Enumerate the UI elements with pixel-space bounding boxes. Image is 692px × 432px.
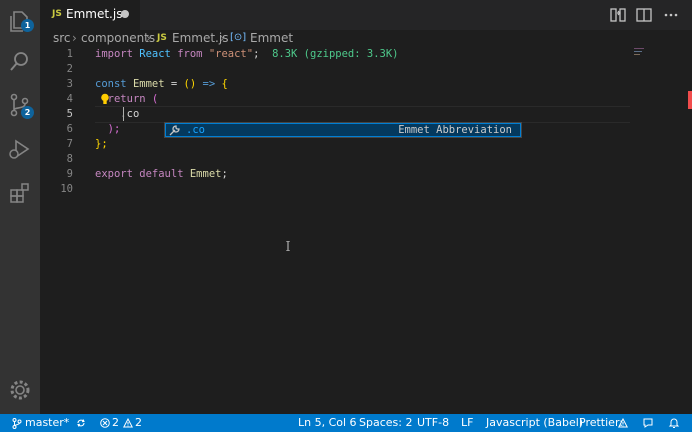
warning-icon [123, 418, 133, 428]
sync-icon[interactable] [75, 418, 87, 428]
error-icon [100, 418, 110, 428]
line-number: 6 [66, 123, 73, 135]
code-line-3: const Emmet = () => { [95, 78, 228, 90]
notifications-bell-icon[interactable] [668, 417, 680, 429]
source-control-badge: 2 [21, 106, 34, 119]
run-debug-icon[interactable] [7, 136, 33, 162]
git-branch[interactable]: master* [25, 416, 69, 429]
tab-bar: JS Emmet.js [40, 0, 692, 30]
minimap[interactable] [632, 47, 692, 414]
suggestion-detail: Emmet Abbreviation [398, 124, 512, 136]
encoding[interactable]: UTF-8 [417, 416, 449, 429]
mouse-ibeam-icon [286, 241, 290, 251]
compare-changes-icon[interactable] [609, 6, 627, 24]
explorer-badge: 1 [21, 19, 34, 32]
code-line-6: ); [107, 123, 121, 135]
line-number: 2 [66, 63, 73, 75]
settings-gear-icon[interactable] [7, 377, 33, 403]
breadcrumb: src › components › JS Emmet.js › [⊙] Emm… [40, 30, 692, 47]
indentation[interactable]: Spaces: 2 [359, 416, 412, 429]
suggestion-item[interactable]: .co Emmet Abbreviation [165, 123, 521, 137]
line-number: 8 [66, 153, 73, 165]
line-number: 4 [66, 93, 73, 105]
text-cursor [123, 107, 124, 121]
language-mode[interactable]: Javascript (Babel) [486, 416, 583, 429]
tab-label: Emmet.js [66, 7, 123, 21]
symbol-variable-icon: [⊙] [230, 32, 247, 43]
suggestion-widget: .co Emmet Abbreviation [164, 122, 522, 138]
extensions-icon[interactable] [7, 180, 33, 206]
branch-icon [12, 418, 22, 429]
unsaved-dot-icon[interactable] [121, 10, 129, 18]
error-count[interactable]: 2 [112, 416, 119, 429]
chevron-right-icon: › [220, 31, 225, 45]
search-icon[interactable] [7, 49, 33, 75]
wrench-icon [169, 125, 180, 136]
split-editor-icon[interactable] [635, 6, 653, 24]
js-file-icon: JS [157, 33, 167, 43]
import-cost-hint: 8.3K (gzipped: 3.3K) [272, 48, 399, 60]
feedback-icon[interactable] [642, 417, 654, 429]
js-file-icon: JS [52, 9, 62, 19]
line-number: 7 [66, 138, 73, 150]
chevron-right-icon: › [72, 31, 77, 45]
breadcrumb-symbol[interactable]: Emmet [250, 31, 293, 45]
activity-bar: 1 2 [0, 0, 40, 414]
line-number: 1 [66, 48, 73, 60]
line-number: 10 [60, 183, 73, 195]
current-line-highlight [95, 106, 630, 123]
end-of-line[interactable]: LF [461, 416, 473, 429]
prettier-status[interactable]: Prettier: [579, 416, 623, 429]
code-line-7: }; [95, 138, 108, 150]
status-bar: master* 2 2 Ln 5, Col 6 Spaces: 2 UTF-8 … [0, 414, 692, 432]
chevron-right-icon: › [146, 31, 151, 45]
tab-emmet-js[interactable]: JS Emmet.js [40, 0, 140, 30]
suggestion-label: .co [186, 124, 205, 136]
warning-count[interactable]: 2 [135, 416, 142, 429]
code-editor[interactable]: 1 2 3 4 5 6 7 8 9 10 import React from "… [40, 47, 692, 414]
line-number: 3 [66, 78, 73, 90]
cursor-position[interactable]: Ln 5, Col 6 [298, 416, 357, 429]
code-line-9: export default Emmet; [95, 168, 228, 180]
code-line-1: import React from "react"; 8.3K (gzipped… [95, 48, 399, 60]
line-number: 5 [66, 108, 73, 120]
warning-icon [618, 418, 628, 428]
scrollbar-error-marker [688, 91, 692, 109]
breadcrumb-src[interactable]: src [53, 31, 71, 45]
code-line-5: .co [120, 108, 140, 120]
breadcrumb-components[interactable]: components [81, 31, 155, 45]
line-number: 9 [66, 168, 73, 180]
lightbulb-icon[interactable] [100, 93, 110, 105]
more-actions-icon[interactable] [662, 6, 680, 24]
